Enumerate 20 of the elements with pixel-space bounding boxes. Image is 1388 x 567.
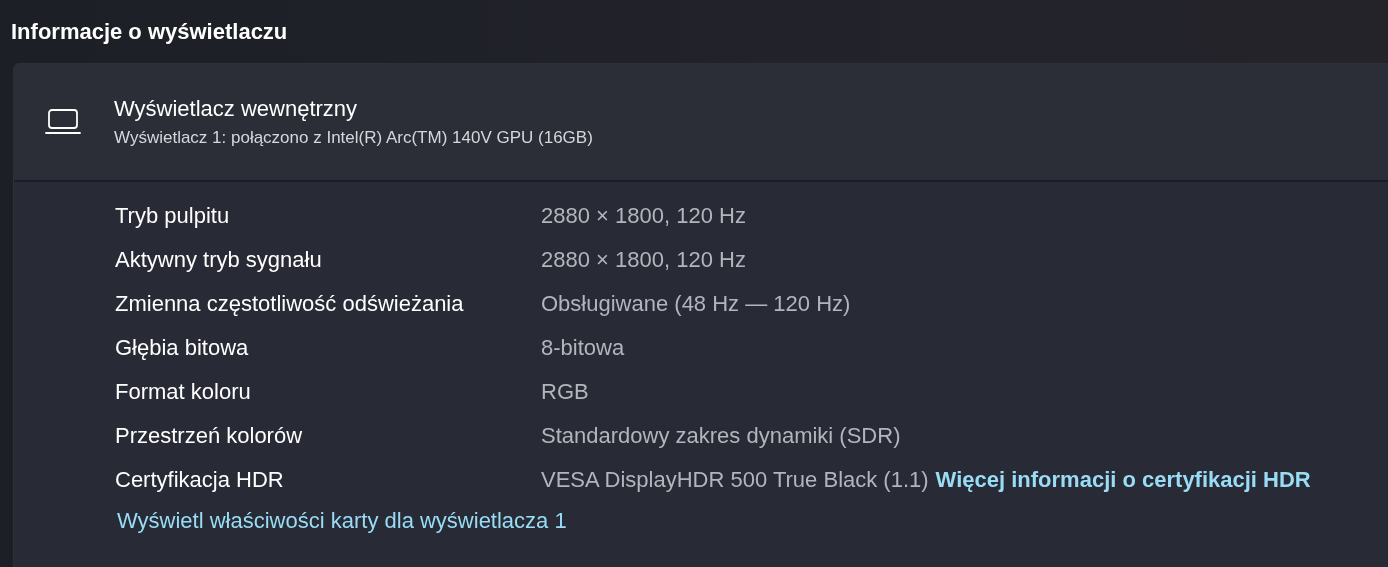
property-value: 8-bitowa [541,335,625,361]
property-value: Obsługiwane (48 Hz — 120 Hz) [541,291,851,317]
display-description: Wyświetlacz 1: połączono z Intel(R) Arc(TM) 140V GPU (16GB) [114,128,593,148]
property-label: Certyfikacja HDR [115,467,285,493]
property-label: Format koloru [115,379,252,405]
section-title: Informacje o wyświetlaczu [11,17,289,46]
property-value: VESA DisplayHDR 500 True Black (1.1) [541,467,929,493]
property-value: RGB [541,379,589,405]
property-label: Tryb pulpitu [115,203,231,229]
property-value: Standardowy zakres dynamiki (SDR) [541,423,901,449]
property-label: Głębia bitowa [115,335,250,361]
property-label: Zmienna częstotliwość odświeżania [115,291,465,317]
laptop-icon [45,109,81,135]
property-value: 2880 × 1800, 120 Hz [541,203,746,229]
property-label: Aktywny tryb sygnału [115,247,323,273]
info-link[interactable]: Więcej informacji o certyfikacji HDR [935,467,1311,493]
property-label: Przestrzeń kolorów [115,423,304,449]
display-name: Wyświetlacz wewnętrzny [114,96,359,122]
adapter-properties-link[interactable]: Wyświetl właściwości karty dla wyświetlacza 1 [117,508,567,534]
property-value: 2880 × 1800, 120 Hz [541,247,746,273]
